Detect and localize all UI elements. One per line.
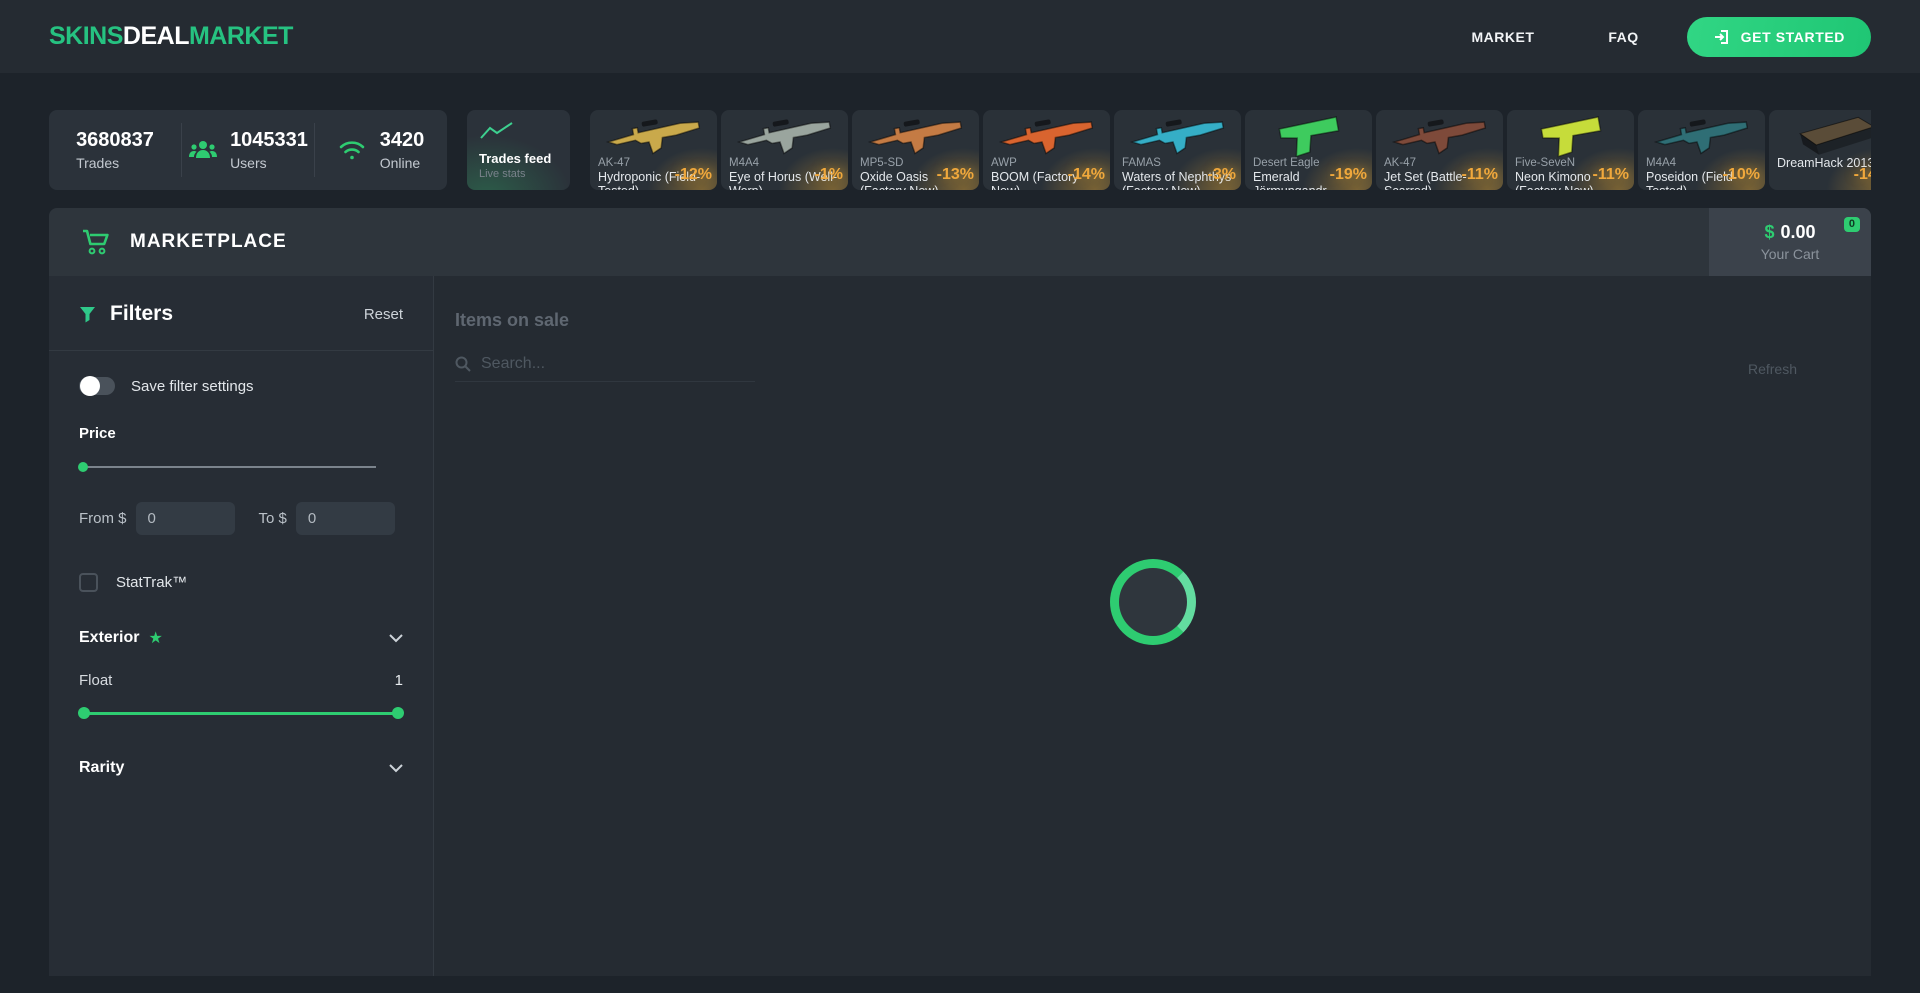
trade-item-card[interactable]: AK-47 Hydroponic (Field-Tested) -12% (590, 110, 717, 190)
marketplace-title: MARKETPLACE (130, 231, 287, 252)
brand-part-3: MARKET (188, 22, 293, 50)
stattrak-checkbox[interactable] (79, 573, 98, 592)
stats-card: 3680837 Trades 1045331 Users 3420 Online (49, 110, 447, 190)
trade-item-card[interactable]: FAMAS Waters of Nephthys (Factory New) -… (1114, 110, 1241, 190)
online-count: 3420 (379, 129, 425, 151)
trade-item-card[interactable]: M4A4 Poseidon (Field-Tested) -10% (1638, 110, 1765, 190)
item-discount-badge: -11% (1461, 166, 1498, 183)
item-discount-badge: -12% (674, 166, 712, 183)
get-started-button[interactable]: GET STARTED (1686, 16, 1871, 57)
stattrak-label: StatTrak™ (116, 574, 188, 591)
chevron-down-icon[interactable] (389, 763, 403, 773)
stats-row: 3680837 Trades 1045331 Users 3420 Online (0, 110, 1920, 190)
price-slider-track (79, 466, 376, 468)
trade-item-card[interactable]: AK-47 Jet Set (Battle-Scarred) -11% (1376, 110, 1503, 190)
trade-item-card[interactable]: M4A4 Eye of Horus (Well-Worn) -1% (721, 110, 848, 190)
float-slider-handle-max[interactable] (392, 707, 404, 719)
price-from-label: From $ (79, 510, 127, 527)
cart-summary[interactable]: $0.00 Your Cart 0 (1709, 208, 1871, 276)
save-filter-toggle-row[interactable]: Save filter settings (79, 376, 403, 396)
float-slider-handle-min[interactable] (78, 707, 90, 719)
loading-spinner (1109, 559, 1196, 645)
star-icon: ★ (148, 630, 163, 647)
chevron-down-icon[interactable] (389, 633, 403, 643)
trade-item-card[interactable]: DreamHack 2013 -14% (1769, 110, 1871, 190)
nav-faq-link[interactable]: FAQ (1608, 29, 1638, 45)
price-slider[interactable] (78, 462, 376, 472)
trade-item-card[interactable]: Five-SeveN Neon Kimono (Factory New) -11… (1507, 110, 1634, 190)
stat-online: 3420 Online (314, 123, 447, 177)
item-discount-badge: -13% (936, 166, 974, 183)
trades-feed-subtitle: Live stats (479, 168, 526, 180)
item-discount-badge: -14% (1067, 166, 1105, 183)
rarity-label: Rarity (79, 759, 125, 776)
filters-sidebar: Filters Reset Save filter settings Price… (49, 276, 434, 976)
price-from-input[interactable] (135, 502, 235, 535)
filter-funnel-icon (79, 306, 96, 323)
price-slider-handle[interactable] (78, 462, 88, 472)
stattrak-row[interactable]: StatTrak™ (79, 573, 403, 592)
float-value: 1 (394, 672, 403, 689)
save-filter-label: Save filter settings (131, 377, 254, 395)
refresh-button[interactable]: Refresh (1748, 361, 1797, 377)
item-discount-badge: -1% (814, 166, 843, 183)
item-discount-badge: -14% (1853, 166, 1871, 183)
float-slider-track (79, 712, 403, 715)
cart-count-badge: 0 (1843, 217, 1860, 232)
header: SKINSDEALMARKET MARKET FAQ GET STARTED (0, 0, 1920, 73)
brand-part-1: SKINS (49, 22, 123, 50)
login-icon (1713, 28, 1731, 46)
save-filter-toggle[interactable] (79, 376, 115, 396)
cart-icon (82, 228, 112, 256)
trades-feed-card[interactable]: Trades feed Live stats (467, 110, 570, 190)
trades-count: 3680837 (76, 129, 154, 151)
item-discount-badge: -3% (1207, 166, 1236, 183)
trade-item-card[interactable]: Desert Eagle Emerald Jörmungandr (Factor… (1245, 110, 1372, 190)
content: Filters Reset Save filter settings Price… (49, 276, 1871, 976)
search-input[interactable] (481, 355, 731, 373)
search-icon (455, 356, 471, 372)
float-label: Float (79, 672, 113, 689)
trades-feed-items: AK-47 Hydroponic (Field-Tested) -12% M4A… (590, 110, 1871, 190)
brand-part-2: DEAL (122, 22, 190, 50)
cart-currency: $ (1764, 222, 1775, 242)
price-to-input[interactable] (295, 502, 395, 535)
get-started-label: GET STARTED (1740, 28, 1845, 45)
rarity-section-header[interactable]: Rarity (79, 759, 403, 777)
divider (49, 350, 433, 351)
item-discount-badge: -10% (1722, 166, 1760, 183)
nav-market-link[interactable]: MARKET (1471, 29, 1534, 45)
trades-label: Trades (76, 155, 120, 171)
exterior-section-header[interactable]: Exterior ★ (79, 628, 403, 648)
item-discount-badge: -11% (1592, 166, 1629, 183)
users-count: 1045331 (230, 129, 308, 151)
marketplace-bar: MARKETPLACE $0.00 Your Cart 0 (49, 208, 1871, 276)
trade-item-card[interactable]: MP5-SD Oxide Oasis (Factory New) -13% (852, 110, 979, 190)
filters-title: Filters (110, 302, 174, 325)
trades-feed-title: Trades feed (479, 151, 552, 166)
float-range-slider[interactable] (78, 707, 404, 719)
price-to-label: To $ (258, 510, 287, 527)
online-label: Online (379, 155, 421, 171)
items-panel: Items on sale Refresh (434, 276, 1871, 976)
wifi-icon (338, 138, 368, 162)
cart-label: Your Cart (1760, 246, 1820, 262)
users-label: Users (230, 155, 267, 171)
cart-amount: 0.00 (1780, 222, 1816, 242)
stat-trades: 3680837 Trades (49, 123, 181, 177)
trade-item-card[interactable]: AWP BOOM (Factory New) -14% (983, 110, 1110, 190)
item-discount-badge: -19% (1329, 166, 1367, 183)
price-section-label: Price (79, 425, 116, 442)
items-heading: Items on sale (455, 310, 570, 330)
search-box[interactable] (455, 355, 755, 382)
line-chart-icon (479, 120, 558, 142)
stat-users: 1045331 Users (181, 123, 314, 177)
exterior-label: Exterior (79, 629, 140, 646)
reset-filters-button[interactable]: Reset (364, 306, 403, 323)
brand-logo: SKINSDEALMARKET (49, 22, 293, 51)
users-icon (188, 138, 218, 162)
